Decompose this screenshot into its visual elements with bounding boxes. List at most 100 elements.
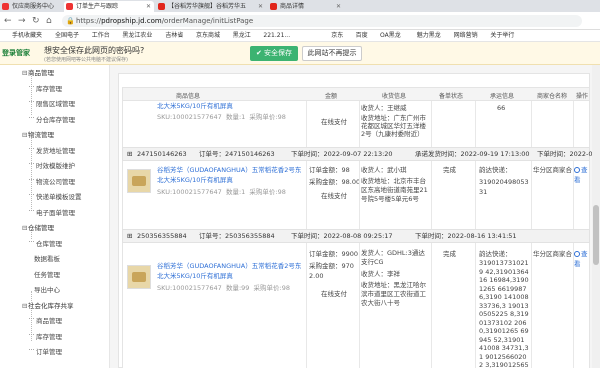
- bookmarks-bar: 手机收藏夹 全国电子 工作台 黑龙江农业 吉林省 京东商城 黑龙江 221.21... 京东 百度…: [0, 30, 600, 42]
- recipient-address: 收货地址：北京市丰台区东高地街道南苑里21号院5号楼5单元6号: [361, 177, 428, 203]
- ship-time: 下单时间：2022-08-16 13:41:51: [415, 232, 517, 240]
- sidebar-item[interactable]: 限售区域管理: [29, 98, 75, 108]
- order-amount: 订单金额：98: [309, 166, 350, 174]
- sidebar-item[interactable]: ⊟社会化库存共享: [22, 300, 74, 310]
- save-password-button[interactable]: ✔ 安全保存: [250, 46, 298, 61]
- tracking-number: 66: [497, 104, 506, 112]
- payment-method: 在线支付: [321, 290, 347, 298]
- url-input[interactable]: 🔒 https://pdropship.jd.com/orderManage/i…: [62, 15, 582, 27]
- product-title-link[interactable]: 北大米5KG/10斤有机屏真: [157, 101, 233, 111]
- sidebar-item[interactable]: 物流公司管理: [29, 176, 75, 186]
- scrollbar-thumb[interactable]: [593, 205, 599, 265]
- product-title-link[interactable]: 谷稻芳华（GUDAOFANGHUA）五常稻花香2号东北大米5KG/10斤有机屏真: [157, 165, 305, 185]
- column-header: 操作: [575, 93, 588, 100]
- close-icon[interactable]: ✕: [336, 1, 341, 12]
- column-header: 商家仓名称: [536, 93, 567, 100]
- sidebar-item[interactable]: 时效模版维护: [29, 160, 75, 170]
- back-arrow-icon[interactable]: ←: [4, 15, 12, 27]
- forward-arrow-icon[interactable]: →: [18, 15, 26, 27]
- view-icon: [574, 167, 580, 173]
- column-header: 备单状态: [438, 93, 463, 100]
- order-time: 下单时间：2022-09-07 22:13:20: [291, 150, 393, 158]
- product-title-link[interactable]: 谷稻芳华（GUDAOFANGHUA）五常稻花香2号东北大米5KG/10斤有机屏真: [157, 261, 305, 281]
- bookmark-item[interactable]: 百度: [348, 30, 368, 41]
- bookmark-item[interactable]: 网络营销: [446, 30, 478, 41]
- view-order-link[interactable]: 查看: [574, 249, 589, 269]
- bookmark-item[interactable]: 221.21...: [255, 30, 290, 41]
- order-number: 250356355884: [137, 232, 187, 240]
- column-header: 收货信息: [381, 93, 406, 100]
- home-icon[interactable]: ⌂: [46, 15, 52, 27]
- order-header: ⊞ 247150146263 订单号：247150146263 下单时间：202…: [122, 147, 600, 161]
- sidebar-item[interactable]: 库存管理: [29, 83, 62, 93]
- order-number-label: 订单号：250356355884: [199, 232, 275, 240]
- bookmark-item[interactable]: 魅力黑龙: [409, 30, 441, 41]
- expand-icon[interactable]: ⊞: [127, 148, 132, 160]
- browser-tab-active[interactable]: 订单生产与跟踪 ✕: [64, 1, 154, 12]
- sidebar-item[interactable]: 导出中心: [34, 284, 60, 294]
- sku-text: SKU:100021577647 数量:99 采购单价:98: [157, 284, 291, 292]
- ship-time: 下单时间：2022-09-25 12:08:36: [537, 150, 600, 158]
- sidebar-item[interactable]: 电子面单管理: [29, 207, 75, 217]
- payment-method: 在线支付: [321, 118, 347, 126]
- sidebar-item[interactable]: ⊟商品管理: [22, 67, 54, 77]
- sidebar-item[interactable]: ⊟物流管理: [22, 129, 54, 139]
- carrier-name: 韵达快递：: [479, 250, 512, 258]
- product-thumbnail[interactable]: [127, 265, 151, 289]
- bookmark-item[interactable]: OA黑龙: [372, 30, 401, 41]
- purchase-amount: 采购金额：98.00: [309, 178, 361, 186]
- sidebar-item[interactable]: ⊟仓储管理: [22, 222, 54, 232]
- tab-favicon-icon: [270, 3, 277, 10]
- tab-favicon-icon: [66, 3, 73, 10]
- order-amount: 订单金额：9900: [309, 250, 359, 258]
- tracking-number: 3190137310219 42,3190136416 16984,319012…: [479, 259, 529, 368]
- table-row: 谷稻芳华（GUDAOFANGHUA）五常稻花香2号东北大米5KG/10斤有机屏真…: [122, 243, 590, 368]
- tab-favicon-icon: [158, 3, 165, 10]
- bookmark-item[interactable]: 黑龙江农业: [114, 30, 152, 41]
- bookmark-item[interactable]: 全国电子: [47, 30, 79, 41]
- reload-icon[interactable]: ↻: [32, 15, 40, 27]
- bookmark-item[interactable]: 黑龙江: [225, 30, 251, 41]
- shield-icon: ✔: [255, 49, 265, 57]
- browser-tab-bar: 仅应商服务中心 订单生产与跟踪 ✕ 【谷稻芳华旗舰】谷稻芳华五 ✕ 商品详情 ✕: [0, 0, 600, 12]
- column-header: 金额: [324, 93, 337, 100]
- sidebar-item[interactable]: 任务管理: [34, 269, 60, 279]
- close-icon[interactable]: ✕: [258, 1, 263, 12]
- bookmark-item[interactable]: 京东商城: [188, 30, 220, 41]
- password-prompt-question: 想安全保存此网页的密码吗?: [44, 46, 145, 55]
- sidebar-item[interactable]: 数据看板: [34, 253, 60, 263]
- close-icon[interactable]: ✕: [146, 1, 151, 12]
- bookmark-item[interactable]: 工作台: [84, 30, 110, 41]
- order-time: 下单时间：2022-08-08 09:25:17: [291, 232, 393, 240]
- sidebar-item[interactable]: 库存管理: [29, 331, 62, 341]
- bookmark-item[interactable]: 吉林省: [157, 30, 183, 41]
- bookmark-item[interactable]: 京东: [323, 30, 343, 41]
- sidebar-item[interactable]: 分仓库存管理: [29, 114, 75, 124]
- bookmark-item[interactable]: 手机收藏夹: [4, 30, 42, 41]
- table-header: 商品信息 金额 收货信息 备单状态 承运信息 商家仓名称 操作: [122, 87, 590, 101]
- product-thumbnail[interactable]: [127, 169, 151, 193]
- browser-tab[interactable]: 【谷稻芳华旗舰】谷稻芳华五 ✕: [156, 1, 266, 12]
- tree-line: [31, 73, 32, 115]
- sidebar-item[interactable]: 快递单模板设置: [29, 191, 82, 201]
- sidebar-item[interactable]: 商品管理: [29, 315, 62, 325]
- address-bar: ← → ↻ ⌂ 🔒 https://pdropship.jd.com/order…: [0, 12, 600, 30]
- order-header: ⊞ 250356355884 订单号：250356355884 下单时间：202…: [122, 229, 590, 243]
- sidebar-item[interactable]: 订单管理: [29, 346, 62, 356]
- browser-tab[interactable]: 仅应商服务中心: [0, 1, 62, 12]
- consignee-org: 发货人：GDHL:3通达支行CG: [361, 249, 425, 266]
- tab-favicon-icon: [2, 3, 9, 10]
- tree-line: [31, 135, 32, 209]
- bookmark-item[interactable]: 关于举行: [482, 30, 514, 41]
- order-number: 247150146263: [137, 150, 187, 158]
- expand-icon[interactable]: ⊞: [127, 230, 132, 242]
- sidebar-item[interactable]: 发货地址管理: [29, 145, 75, 155]
- sidebar-item[interactable]: 仓库管理: [29, 238, 62, 248]
- password-prompt-note: (若您使用网吧等公共电脑不建议保存): [44, 57, 128, 63]
- never-prompt-button[interactable]: 此网站不再提示: [302, 46, 362, 61]
- page-scrollbar[interactable]: [592, 65, 600, 368]
- recipient-name: 收货人：武小琪: [361, 166, 407, 174]
- view-order-link[interactable]: 查看: [574, 165, 589, 185]
- recipient-name: 收货人：王继威: [361, 104, 407, 112]
- browser-tab[interactable]: 商品详情 ✕: [268, 1, 344, 12]
